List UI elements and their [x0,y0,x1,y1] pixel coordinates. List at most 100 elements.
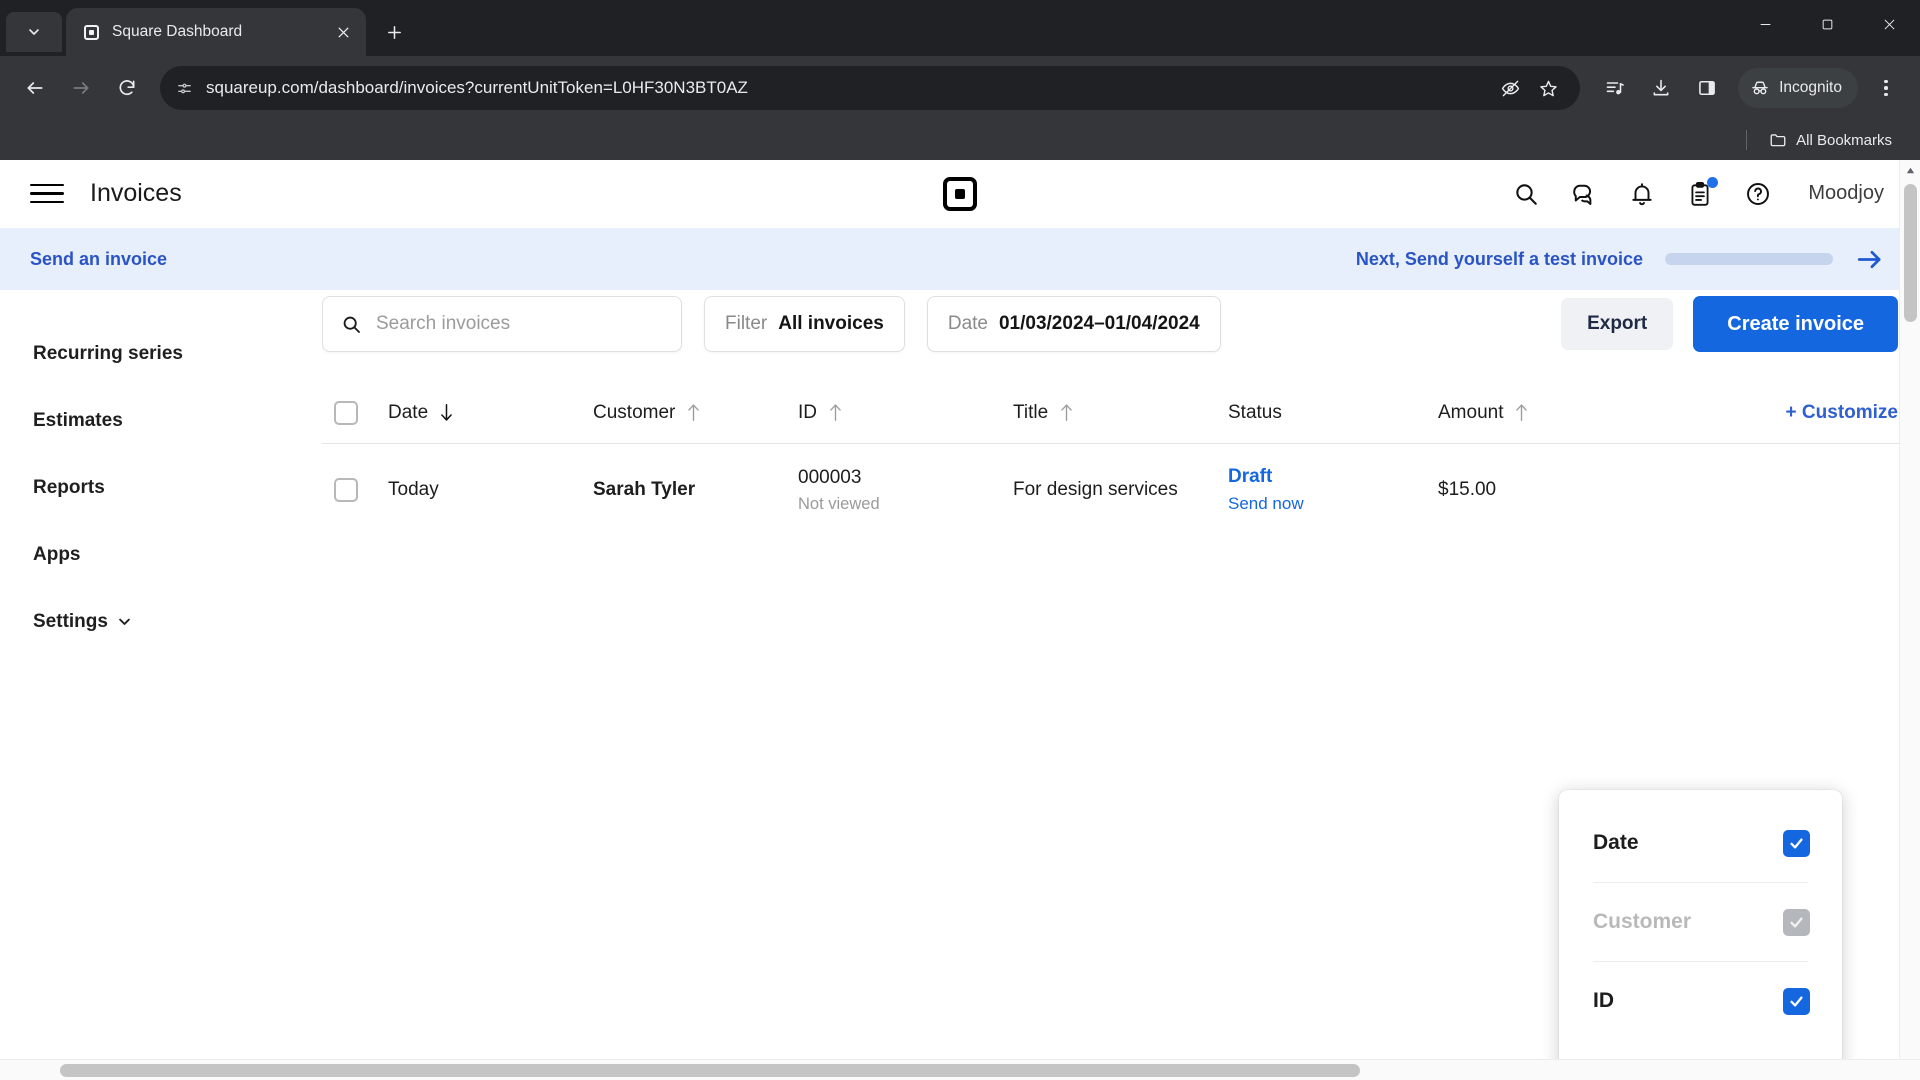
side-panel-icon[interactable] [1686,67,1728,109]
onboarding-progress-bar [1665,253,1833,265]
sort-asc-icon [685,402,702,423]
sort-asc-icon [1058,402,1075,423]
chrome-menu-icon[interactable] [1866,67,1906,109]
tab-title: Square Dashboard [112,23,243,40]
vertical-scrollbar-thumb[interactable] [1904,184,1917,322]
table-header-row: Date Customer ID Title Status Amount + C… [322,382,1920,444]
media-list-icon[interactable] [1594,67,1636,109]
cell-customer: Sarah Tyler [593,479,696,500]
customize-option-customer: Customer [1559,883,1842,961]
send-an-invoice-link[interactable]: Send an invoice [30,249,167,270]
browser-tab[interactable]: Square Dashboard [66,8,366,56]
checkbox-checked-disabled-icon [1783,908,1810,936]
search-icon [343,316,360,333]
page-info-icon[interactable] [174,78,194,98]
column-header-status[interactable]: Status [1228,402,1438,424]
column-label: Title [1013,401,1049,423]
filters-actions: Export Create invoice [1561,296,1920,352]
square-logo [943,176,977,211]
arrow-right-icon[interactable] [1855,245,1884,274]
invoices-table: Date Customer ID Title Status Amount + C… [322,382,1920,536]
customize-columns-button[interactable]: + Customize [1786,402,1898,424]
sidebar-item-recurring-series[interactable]: Recurring series [0,320,322,387]
close-icon[interactable] [330,19,356,45]
search-icon[interactable] [1512,180,1540,208]
filter-label: Filter [725,313,768,334]
customize-option-date[interactable]: Date [1559,804,1842,882]
filter-dropdown[interactable]: Filter All invoices [704,296,905,352]
new-tab-button[interactable] [376,14,412,50]
help-icon[interactable] [1744,180,1772,208]
column-label: Date [388,401,429,423]
sidebar-item-reports[interactable]: Reports [0,454,322,521]
user-name[interactable]: Moodjoy [1808,182,1884,205]
tab-search-icon[interactable] [6,12,62,52]
eye-slash-icon[interactable] [1492,70,1528,106]
row-checkbox[interactable] [322,478,388,502]
column-header-title[interactable]: Title [1013,402,1228,424]
column-label: Amount [1438,401,1504,423]
date-range-picker[interactable]: Date 01/03/2024–01/04/2024 [926,296,1221,352]
option-label: ID [1593,989,1614,1012]
customize-option-id[interactable]: ID [1559,962,1842,1040]
hamburger-menu-icon[interactable] [30,177,64,211]
square-favicon [82,23,100,41]
search-invoices-box[interactable] [322,296,682,352]
invoice-id: 000003 [798,466,862,488]
minimize-button[interactable] [1734,0,1796,48]
bell-icon[interactable] [1628,180,1656,208]
column-header-id[interactable]: ID [798,402,1013,424]
scroll-up-icon[interactable] [1900,160,1920,180]
send-now-link[interactable]: Send now [1228,494,1438,514]
close-window-button[interactable] [1858,0,1920,48]
sidebar-item-settings[interactable]: Settings [0,588,322,655]
url-text: squareup.com/dashboard/invoices?currentU… [206,78,748,97]
address-bar[interactable]: squareup.com/dashboard/invoices?currentU… [160,66,1581,110]
cell-title: For design services [1013,479,1178,500]
tab-strip: Square Dashboard [0,0,1920,56]
table-row[interactable]: Today Sarah Tyler 000003 Not viewed For … [322,444,1920,536]
filters-toolbar: Filter All invoices Date 01/03/2024–01/0… [322,290,1920,352]
checkbox-checked-icon[interactable] [1783,829,1810,857]
cell-amount: $15.00 [1438,479,1497,500]
column-header-amount[interactable]: Amount [1438,402,1598,424]
horizontal-scrollbar[interactable] [0,1059,1920,1080]
browser-window: Square Dashboard squareup.com/dashboard/… [0,0,1920,1080]
date-label: Date [947,313,988,334]
date-value: 01/03/2024–01/04/2024 [998,313,1200,334]
sidebar-item-label: Estimates [33,409,123,431]
all-bookmarks-label: All Bookmarks [1796,131,1892,149]
horizontal-scrollbar-thumb[interactable] [60,1064,1360,1077]
forward-button[interactable] [60,67,102,109]
cell-date: Today [388,479,439,500]
incognito-indicator[interactable]: Incognito [1738,68,1858,108]
messages-icon[interactable] [1570,180,1598,208]
export-button[interactable]: Export [1561,298,1674,350]
incognito-label: Incognito [1779,79,1842,96]
customize-columns-dropdown: Date Customer ID [1559,790,1842,1080]
sidebar-item-estimates[interactable]: Estimates [0,387,322,454]
create-invoice-button[interactable]: Create invoice [1693,296,1898,352]
download-icon[interactable] [1640,67,1682,109]
back-button[interactable] [14,67,56,109]
search-input[interactable] [376,313,663,335]
sidebar: Recurring series Estimates Reports Apps … [0,290,322,1080]
onboarding-next-label[interactable]: Next, Send yourself a test invoice [1356,249,1643,270]
select-all-checkbox[interactable] [322,400,388,425]
page-title: Invoices [90,179,182,207]
star-icon[interactable] [1530,70,1566,106]
chevron-down-icon [117,614,132,629]
maximize-button[interactable] [1796,0,1858,48]
checkbox-checked-icon[interactable] [1783,987,1810,1015]
all-bookmarks-button[interactable]: All Bookmarks [1759,127,1902,153]
column-header-customer[interactable]: Customer [593,402,798,424]
page-body: Recurring series Estimates Reports Apps … [0,290,1920,1080]
sidebar-item-apps[interactable]: Apps [0,521,322,588]
reload-button[interactable] [106,67,148,109]
window-controls [1734,0,1920,48]
sort-asc-icon [827,402,844,423]
column-header-date[interactable]: Date [388,402,593,424]
column-label: Customer [593,401,676,423]
vertical-scrollbar[interactable] [1899,160,1920,1080]
clipboard-icon[interactable] [1686,176,1719,208]
